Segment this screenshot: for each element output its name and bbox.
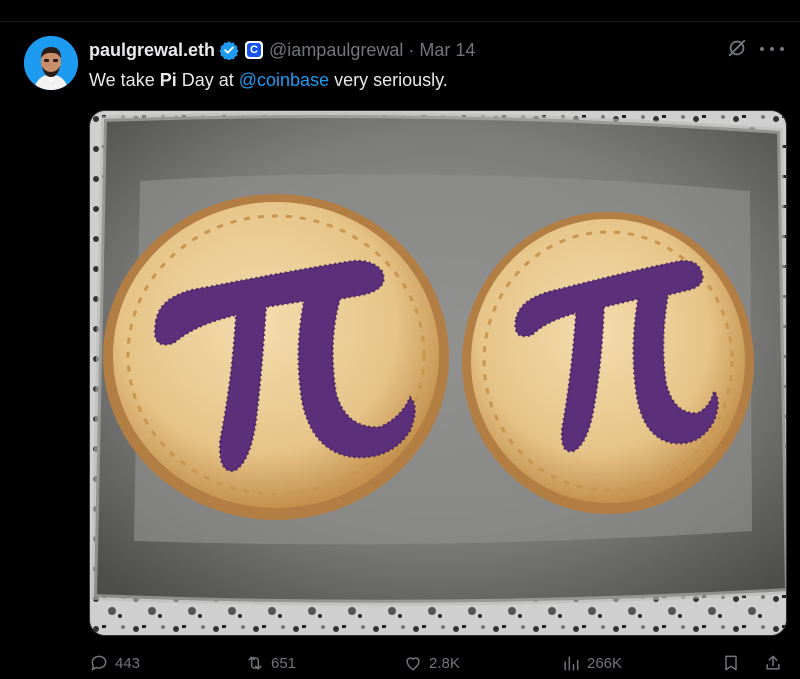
retweet-button[interactable]: 651 bbox=[245, 650, 296, 676]
tweet-text-part: We take bbox=[89, 70, 160, 90]
tweet-text: We take Pi Day at @coinbase very serious… bbox=[89, 70, 448, 91]
tweet-date[interactable]: Mar 14 bbox=[419, 40, 475, 61]
tweet-photo[interactable] bbox=[89, 110, 787, 636]
share-icon bbox=[766, 655, 780, 670]
coinbase-logo-icon: C bbox=[247, 43, 262, 57]
mention-link[interactable]: @coinbase bbox=[239, 70, 329, 90]
display-name[interactable]: paulgrewal.eth bbox=[89, 40, 215, 61]
verified-badge-icon[interactable] bbox=[219, 40, 239, 60]
avatar-illustration bbox=[24, 36, 78, 90]
tweet-header: paulgrewal.eth C @iampaulgrewal · Mar 14 bbox=[89, 39, 475, 61]
tweet-text-bold: Pi bbox=[159, 70, 177, 90]
tweet-card[interactable]: paulgrewal.eth C @iampaulgrewal · Mar 14… bbox=[0, 0, 800, 679]
retweet-icon bbox=[248, 656, 262, 670]
reply-count: 443 bbox=[115, 654, 141, 672]
reply-button[interactable]: 443 bbox=[89, 650, 140, 676]
analytics-icon bbox=[564, 656, 579, 671]
bookmark-icon bbox=[725, 655, 737, 671]
heart-icon bbox=[406, 657, 420, 671]
separator-dot: · bbox=[408, 39, 415, 60]
coinbase-affiliation-badge[interactable]: C bbox=[245, 41, 264, 59]
tweet-text-part: Day at bbox=[176, 70, 239, 90]
top-divider bbox=[0, 0, 800, 22]
like-count: 2.8K bbox=[429, 654, 460, 672]
grok-icon[interactable] bbox=[726, 37, 748, 59]
share-button[interactable] bbox=[763, 650, 789, 676]
pie-photo bbox=[90, 111, 786, 635]
tweet-actions: 443 651 2.8K 266K bbox=[89, 650, 787, 676]
retweet-count: 651 bbox=[271, 654, 297, 672]
user-handle[interactable]: @iampaulgrewal bbox=[269, 40, 403, 61]
reply-icon bbox=[91, 655, 107, 671]
views-button[interactable]: 266K bbox=[561, 650, 622, 676]
tweet-text-part: very seriously. bbox=[329, 70, 448, 90]
avatar[interactable] bbox=[24, 36, 78, 90]
view-count: 266K bbox=[587, 654, 623, 672]
more-options-icon[interactable] bbox=[760, 38, 784, 60]
like-button[interactable]: 2.8K bbox=[403, 650, 460, 676]
bookmark-button[interactable] bbox=[721, 650, 747, 676]
